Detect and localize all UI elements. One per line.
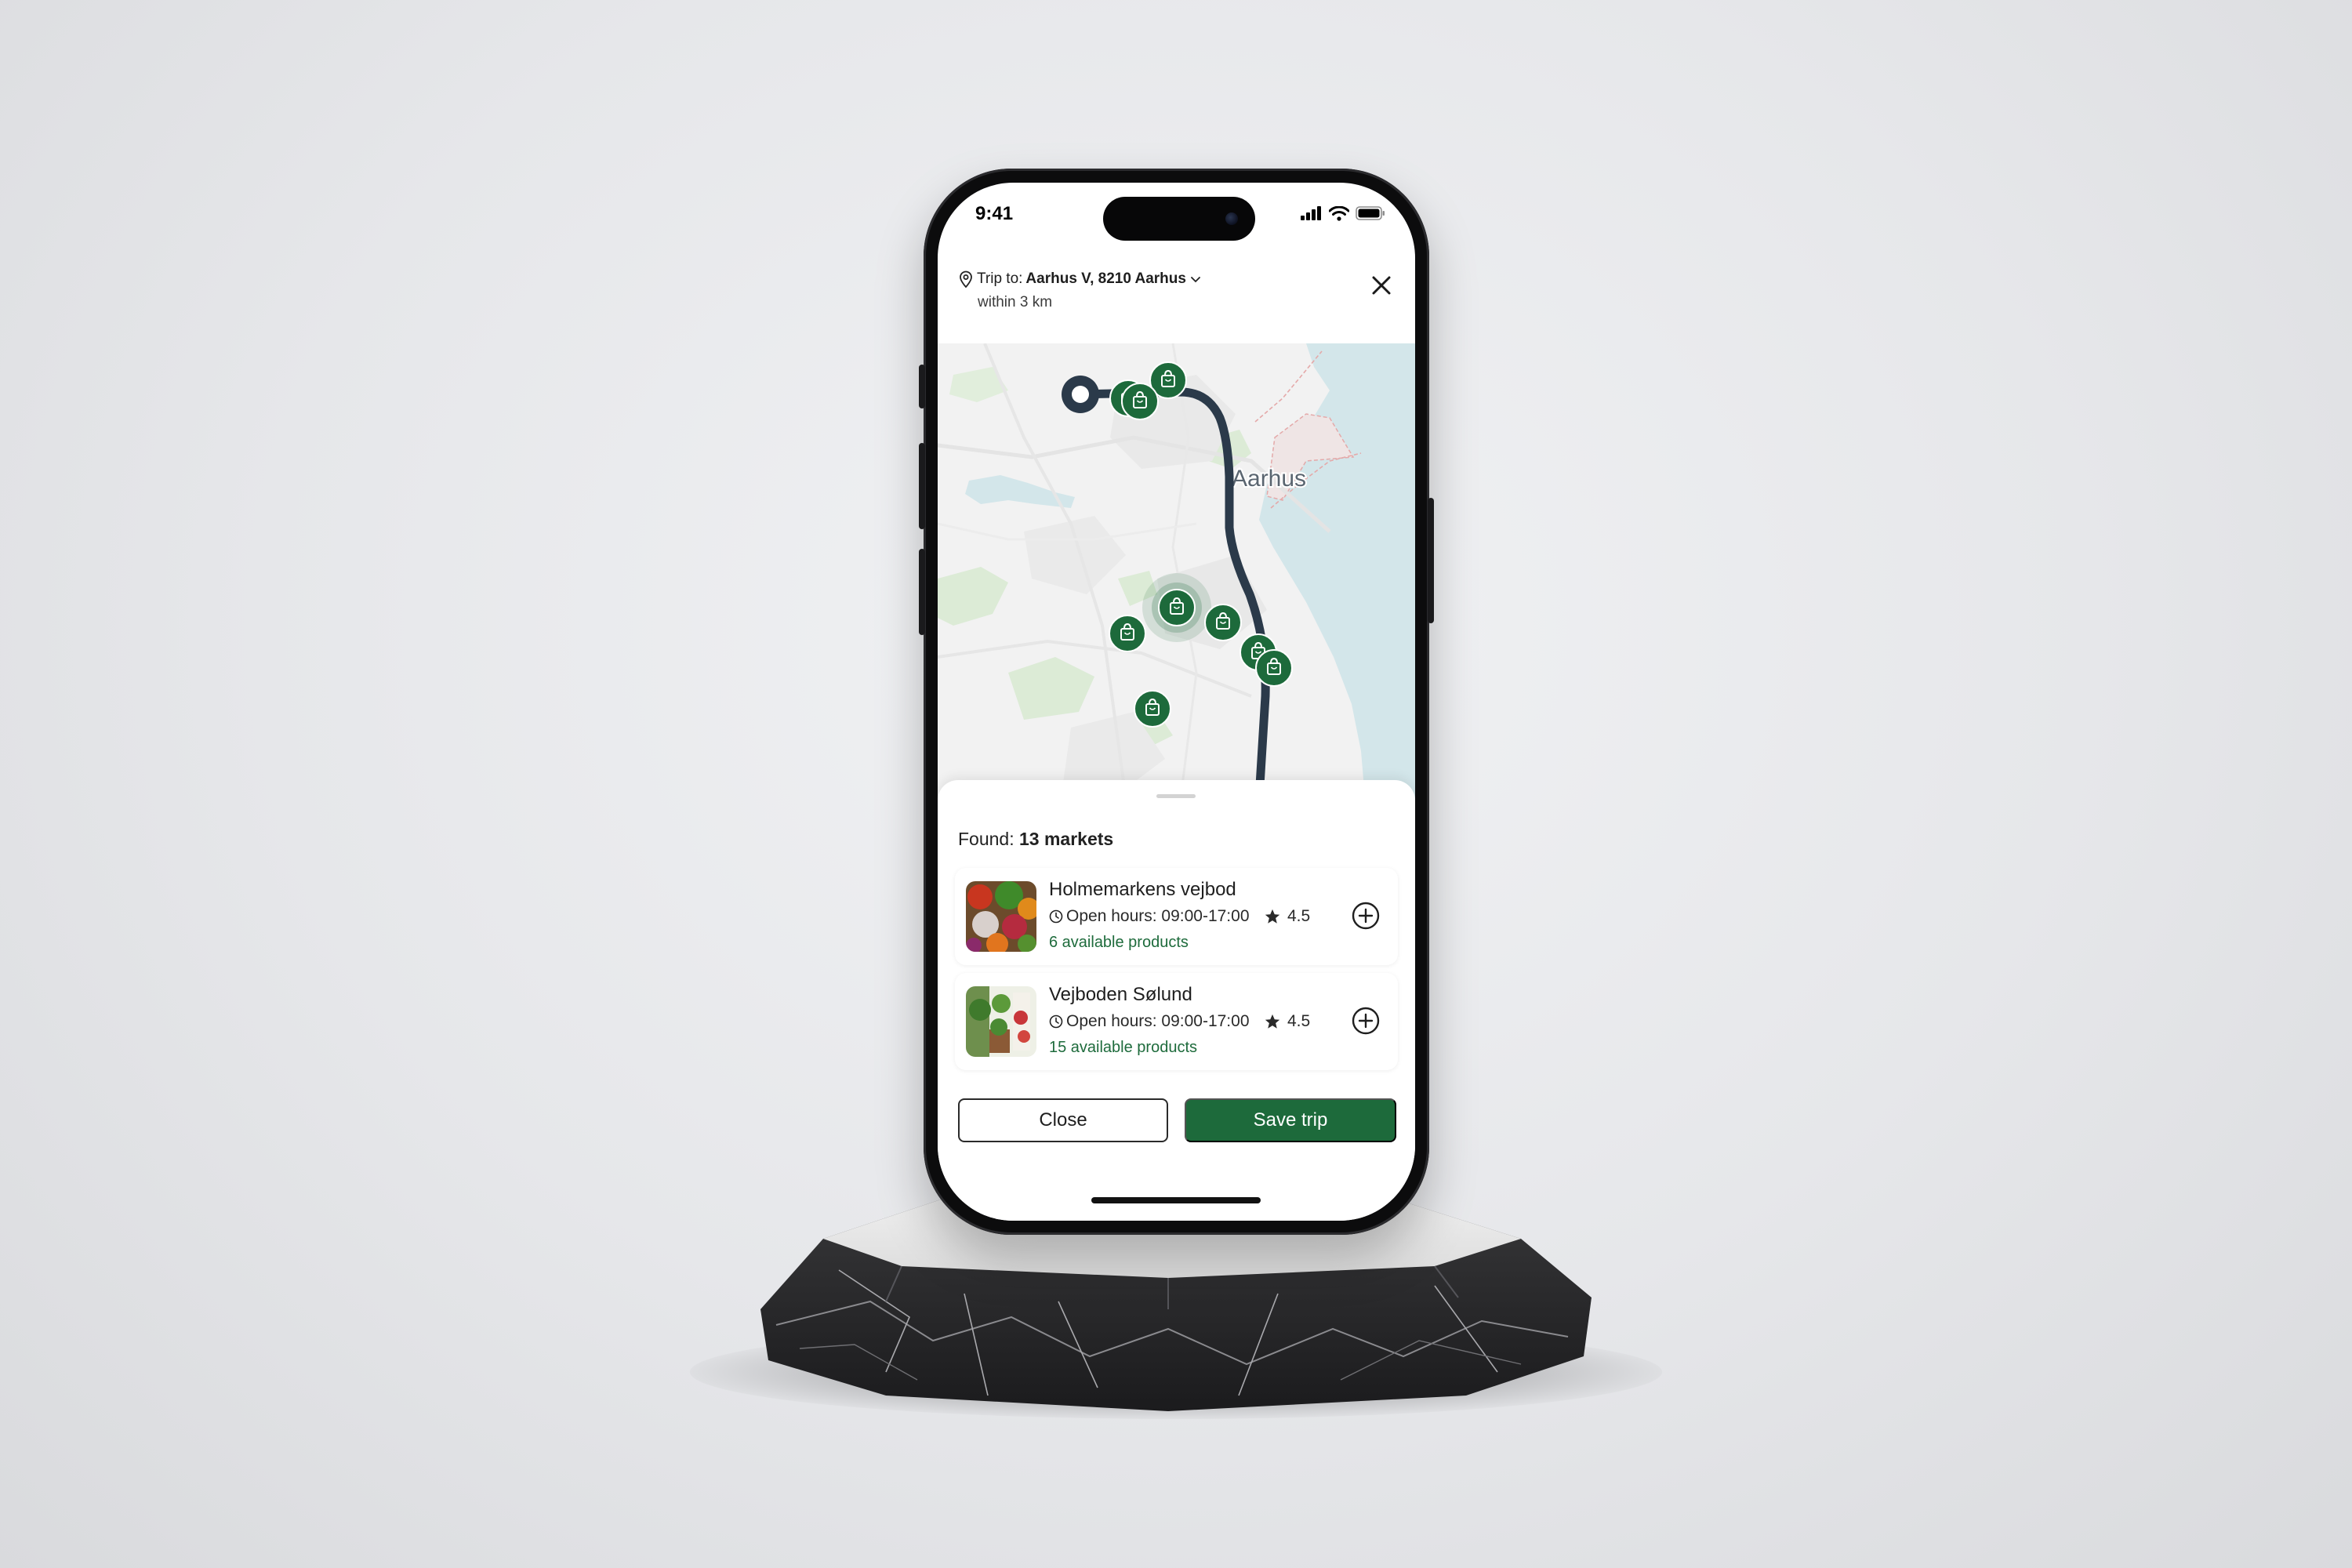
market-products[interactable]: 15 available products: [1049, 1039, 1197, 1057]
sheet-grabber[interactable]: [1156, 794, 1196, 798]
volume-up-button: [919, 443, 925, 529]
results-sheet: Found: 13 markets Holmemarkens vejbod Op…: [938, 780, 1415, 1221]
market-rating: 4.5: [1264, 907, 1310, 926]
battery-icon: [1356, 206, 1385, 220]
status-time: 9:41: [975, 203, 1014, 224]
trip-destination-selector[interactable]: Trip to: Aarhus V, 8210 Aarhus: [958, 270, 1202, 288]
volume-down-button: [919, 549, 925, 635]
star-icon: [1265, 1014, 1280, 1029]
found-prefix: Found:: [958, 829, 1014, 849]
clock-icon: [1049, 1014, 1063, 1029]
save-trip-button[interactable]: Save trip: [1185, 1098, 1396, 1142]
shopping-bag-icon[interactable]: [1158, 589, 1196, 626]
found-count: Found: 13 markets: [958, 829, 1113, 850]
map-canvas[interactable]: Aarhus: [938, 343, 1415, 798]
phone-screen: 9:41 Trip to: Aarhus V, 8210 Aarhus with…: [938, 183, 1415, 1221]
market-card[interactable]: Holmemarkens vejbod Open hours: 09:00-17…: [955, 868, 1398, 965]
camera-icon: [1225, 212, 1238, 225]
chevron-down-icon: [1191, 277, 1200, 283]
star-icon: [1265, 909, 1280, 924]
home-indicator[interactable]: [1091, 1197, 1261, 1203]
market-name: Holmemarkens vejbod: [1049, 879, 1236, 900]
map-city-label: Aarhus: [1232, 466, 1306, 492]
dynamic-island: [1103, 197, 1255, 241]
status-icons: [1301, 205, 1385, 222]
add-circle-icon[interactable]: [1351, 901, 1381, 931]
shopping-bag-icon[interactable]: [1134, 690, 1171, 728]
found-number: 13 markets: [1019, 829, 1114, 849]
market-rating-value: 4.5: [1287, 1012, 1311, 1030]
shopping-bag-icon[interactable]: [1109, 615, 1146, 652]
market-hours: Open hours: 09:00-17:00: [1049, 907, 1250, 926]
market-name: Vejboden Sølund: [1049, 984, 1192, 1005]
market-card[interactable]: Vejboden Sølund Open hours: 09:00-17:00 …: [955, 973, 1398, 1070]
shopping-bag-icon[interactable]: [1204, 604, 1242, 641]
close-icon[interactable]: [1368, 272, 1395, 299]
trip-header: Trip to: Aarhus V, 8210 Aarhus within 3 …: [938, 261, 1415, 347]
market-rating: 4.5: [1264, 1012, 1310, 1031]
action-button: [919, 365, 925, 408]
trip-destination: Aarhus V, 8210 Aarhus: [1025, 270, 1186, 287]
shopping-bag-icon[interactable]: [1255, 649, 1293, 687]
market-hours-text: Open hours: 09:00-17:00: [1066, 907, 1250, 925]
power-button: [1428, 498, 1434, 623]
market-thumbnail: [966, 881, 1036, 952]
close-button[interactable]: Close: [958, 1098, 1168, 1142]
trip-prefix: Trip to:: [977, 270, 1023, 287]
market-thumbnail: [966, 986, 1036, 1057]
trip-radius: within 3 km: [978, 294, 1053, 310]
signal-icon: [1301, 206, 1321, 220]
location-pin-icon: [960, 270, 972, 288]
market-rating-value: 4.5: [1287, 907, 1311, 925]
phone-frame: 9:41 Trip to: Aarhus V, 8210 Aarhus with…: [919, 169, 1434, 1235]
market-hours: Open hours: 09:00-17:00: [1049, 1012, 1250, 1031]
add-circle-icon[interactable]: [1351, 1006, 1381, 1036]
clock-icon: [1049, 909, 1063, 924]
wifi-icon: [1329, 205, 1349, 221]
market-hours-text: Open hours: 09:00-17:00: [1066, 1012, 1250, 1030]
shopping-bag-icon[interactable]: [1121, 383, 1159, 420]
route-map[interactable]: Aarhus: [938, 343, 1415, 798]
market-products[interactable]: 6 available products: [1049, 934, 1189, 952]
